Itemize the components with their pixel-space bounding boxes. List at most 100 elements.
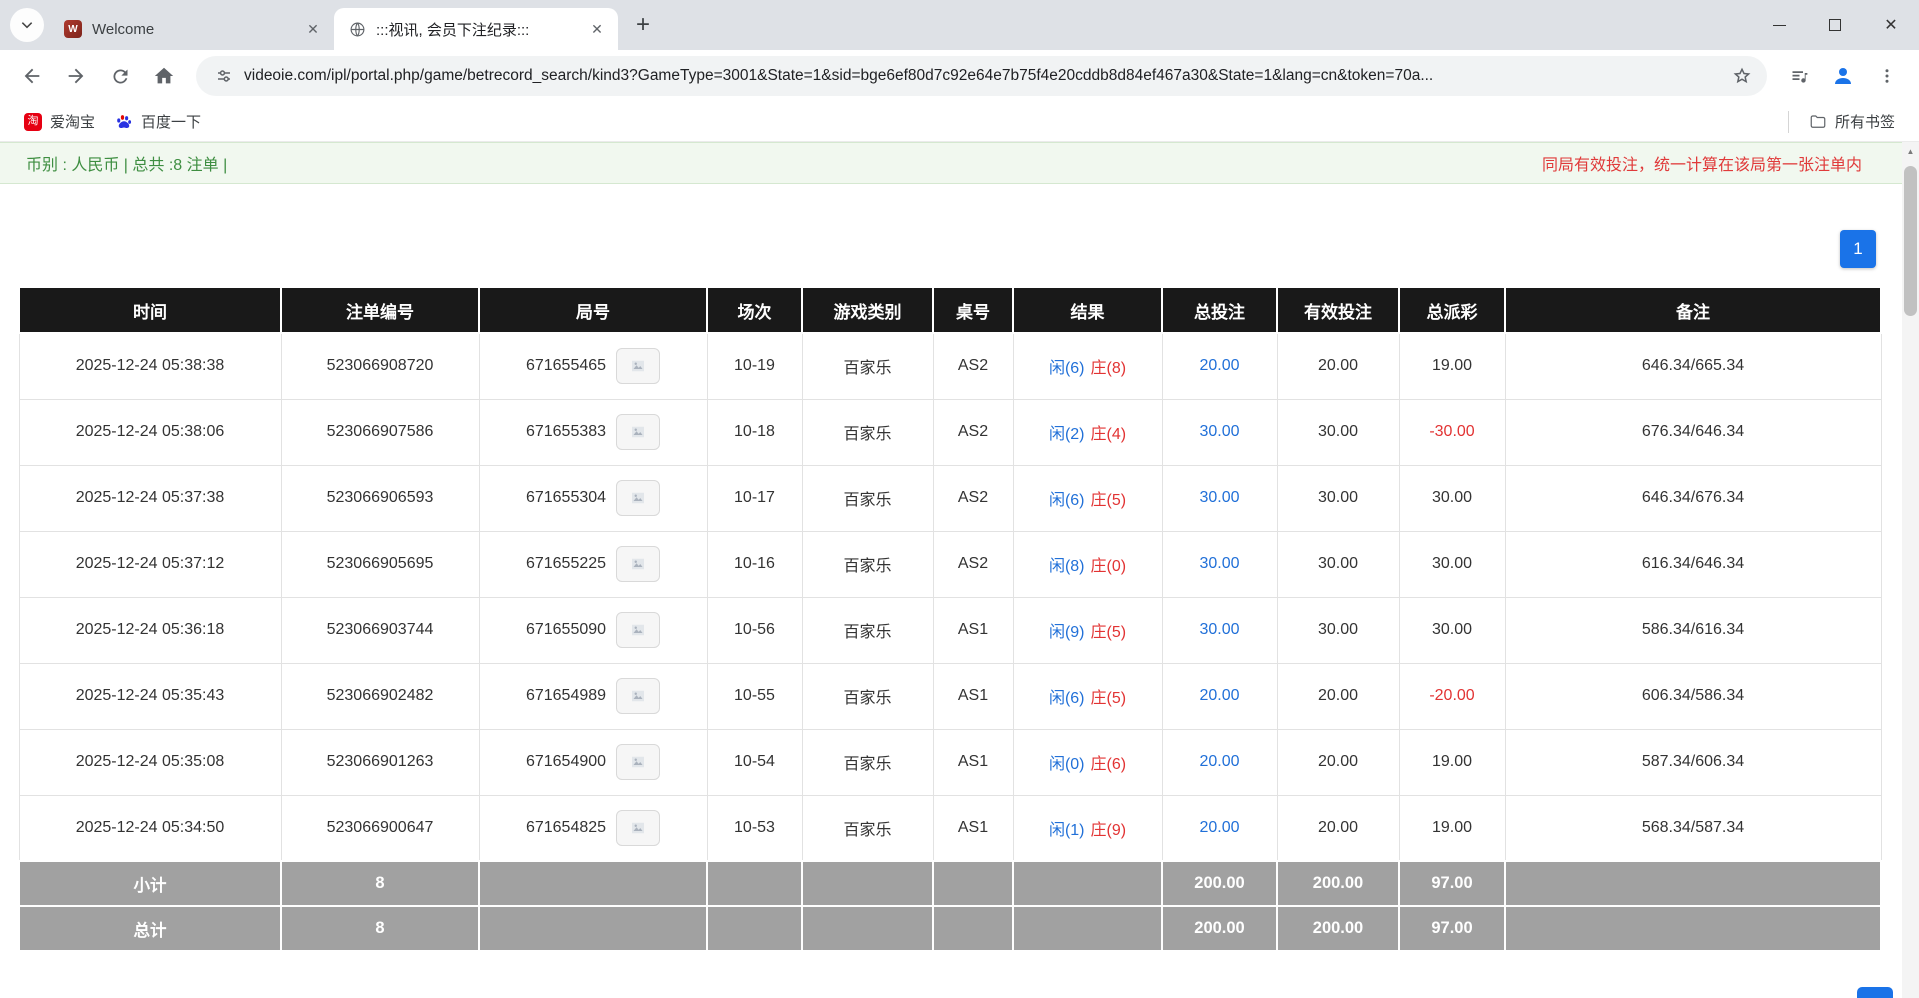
video-replay-button[interactable] (616, 546, 660, 582)
cell-table-no: AS1 (933, 795, 1013, 861)
cell-result: 闲(9)庄(5) (1013, 597, 1162, 663)
picture-icon (628, 687, 648, 705)
subtotal-valid-bet: 200.00 (1277, 861, 1399, 906)
cell-valid-bet: 20.00 (1277, 729, 1399, 795)
tab-search-button[interactable] (10, 8, 44, 42)
cell-table-no: AS2 (933, 465, 1013, 531)
column-header: 游戏类别 (802, 287, 933, 333)
video-replay-button[interactable] (616, 678, 660, 714)
cell-session: 10-16 (707, 531, 802, 597)
bet-records-table: 时间注单编号局号场次游戏类别桌号结果总投注有效投注总派彩备注 2025-12-2… (18, 286, 1882, 952)
column-header: 总投注 (1162, 287, 1277, 333)
new-tab-button[interactable]: + (626, 8, 660, 42)
table-row: 2025-12-24 05:38:06 523066907586 6716553… (19, 399, 1881, 465)
close-button[interactable]: ✕ (1863, 0, 1919, 50)
subtotal-payout: 97.00 (1399, 861, 1505, 906)
cell-round: 671654900 (479, 729, 707, 795)
cell-remark: 616.34/646.34 (1505, 531, 1881, 597)
scrollbar-thumb[interactable] (1904, 166, 1917, 316)
scroll-up-arrow[interactable]: ▲ (1902, 142, 1919, 160)
video-replay-button[interactable] (616, 480, 660, 516)
refresh-button[interactable] (100, 56, 140, 96)
video-replay-button[interactable] (616, 744, 660, 780)
cell-valid-bet: 30.00 (1277, 531, 1399, 597)
media-controls-button[interactable] (1779, 56, 1819, 96)
video-replay-button[interactable] (616, 810, 660, 846)
subtotal-row: 小计 8 200.00 200.00 97.00 (19, 861, 1881, 906)
empty-cell (1013, 906, 1162, 951)
cell-result: 闲(6)庄(5) (1013, 465, 1162, 531)
bookmark-baidu[interactable]: 百度一下 (105, 106, 211, 138)
cell-session: 10-55 (707, 663, 802, 729)
column-header: 结果 (1013, 287, 1162, 333)
table-row: 2025-12-24 05:37:38 523066906593 6716553… (19, 465, 1881, 531)
empty-cell (933, 906, 1013, 951)
cell-payout: -20.00 (1399, 663, 1505, 729)
maximize-icon (1829, 19, 1841, 31)
browser-menu-button[interactable] (1867, 56, 1907, 96)
media-controls-icon (1789, 66, 1810, 87)
empty-cell (1013, 861, 1162, 906)
address-bar[interactable]: videoie.com/ipl/portal.php/game/betrecor… (196, 56, 1767, 96)
forward-arrow-icon (65, 65, 87, 87)
site-info-icon[interactable] (210, 67, 238, 85)
cell-remark: 568.34/587.34 (1505, 795, 1881, 861)
cell-payout: 19.00 (1399, 333, 1505, 399)
bookmark-star-icon[interactable] (1725, 66, 1759, 86)
browser-window: W Welcome ✕ :::视讯, 会员下注纪录::: ✕ + ✕ (0, 0, 1919, 998)
home-button[interactable] (144, 56, 184, 96)
tab-close-icon[interactable]: ✕ (586, 18, 608, 40)
bookmark-aitaobao[interactable]: 淘 爱淘宝 (14, 106, 105, 138)
table-row: 2025-12-24 05:38:38 523066908720 6716554… (19, 333, 1881, 399)
forward-button[interactable] (56, 56, 96, 96)
cell-bet-id: 523066906593 (281, 465, 479, 531)
result-player: 闲(0) (1049, 756, 1085, 773)
cell-total-bet: 20.00 (1162, 729, 1277, 795)
cell-remark: 606.34/586.34 (1505, 663, 1881, 729)
cell-result: 闲(6)庄(5) (1013, 663, 1162, 729)
column-header: 备注 (1505, 287, 1881, 333)
cell-table-no: AS1 (933, 729, 1013, 795)
cell-game-type: 百家乐 (802, 597, 933, 663)
picture-icon (628, 753, 648, 771)
video-replay-button[interactable] (616, 414, 660, 450)
video-replay-button[interactable] (616, 612, 660, 648)
cell-session: 10-53 (707, 795, 802, 861)
total-payout: 97.00 (1399, 906, 1505, 951)
all-bookmarks-button[interactable]: 所有书签 (1799, 106, 1905, 138)
table-row: 2025-12-24 05:36:18 523066903744 6716550… (19, 597, 1881, 663)
page-content: 币别 : 人民币 | 总共 :8 注单 | 同局有效投注，统一计算在该局第一张注… (0, 142, 1902, 952)
cell-table-no: AS2 (933, 333, 1013, 399)
page-scrollbar[interactable]: ▲ (1902, 142, 1919, 998)
round-number: 671654825 (526, 819, 606, 836)
cell-valid-bet: 30.00 (1277, 465, 1399, 531)
cell-result: 闲(6)庄(8) (1013, 333, 1162, 399)
minimize-button[interactable] (1751, 0, 1807, 50)
round-number: 671655225 (526, 555, 606, 572)
cell-time: 2025-12-24 05:35:43 (19, 663, 281, 729)
video-replay-button[interactable] (616, 348, 660, 384)
column-header: 总派彩 (1399, 287, 1505, 333)
tab-welcome[interactable]: W Welcome ✕ (50, 8, 334, 50)
cell-round: 671654825 (479, 795, 707, 861)
back-button[interactable] (12, 56, 52, 96)
tab-betrecord[interactable]: :::视讯, 会员下注纪录::: ✕ (334, 8, 618, 50)
cell-payout: -30.00 (1399, 399, 1505, 465)
table-row: 2025-12-24 05:37:12 523066905695 6716552… (19, 531, 1881, 597)
profile-person-icon (1831, 64, 1855, 88)
profile-button[interactable] (1823, 56, 1863, 96)
cell-time: 2025-12-24 05:37:12 (19, 531, 281, 597)
cell-total-bet: 20.00 (1162, 333, 1277, 399)
cell-game-type: 百家乐 (802, 399, 933, 465)
url-text[interactable]: videoie.com/ipl/portal.php/game/betrecor… (244, 67, 1725, 85)
picture-icon (628, 555, 648, 573)
welcome-favicon-icon: W (64, 20, 82, 38)
bottom-pagination-button[interactable] (1857, 987, 1893, 998)
cell-game-type: 百家乐 (802, 795, 933, 861)
all-bookmarks-label: 所有书签 (1835, 111, 1895, 132)
tab-close-icon[interactable]: ✕ (302, 18, 324, 40)
maximize-button[interactable] (1807, 0, 1863, 50)
page-1-button[interactable]: 1 (1840, 230, 1876, 268)
cell-game-type: 百家乐 (802, 663, 933, 729)
cell-session: 10-54 (707, 729, 802, 795)
